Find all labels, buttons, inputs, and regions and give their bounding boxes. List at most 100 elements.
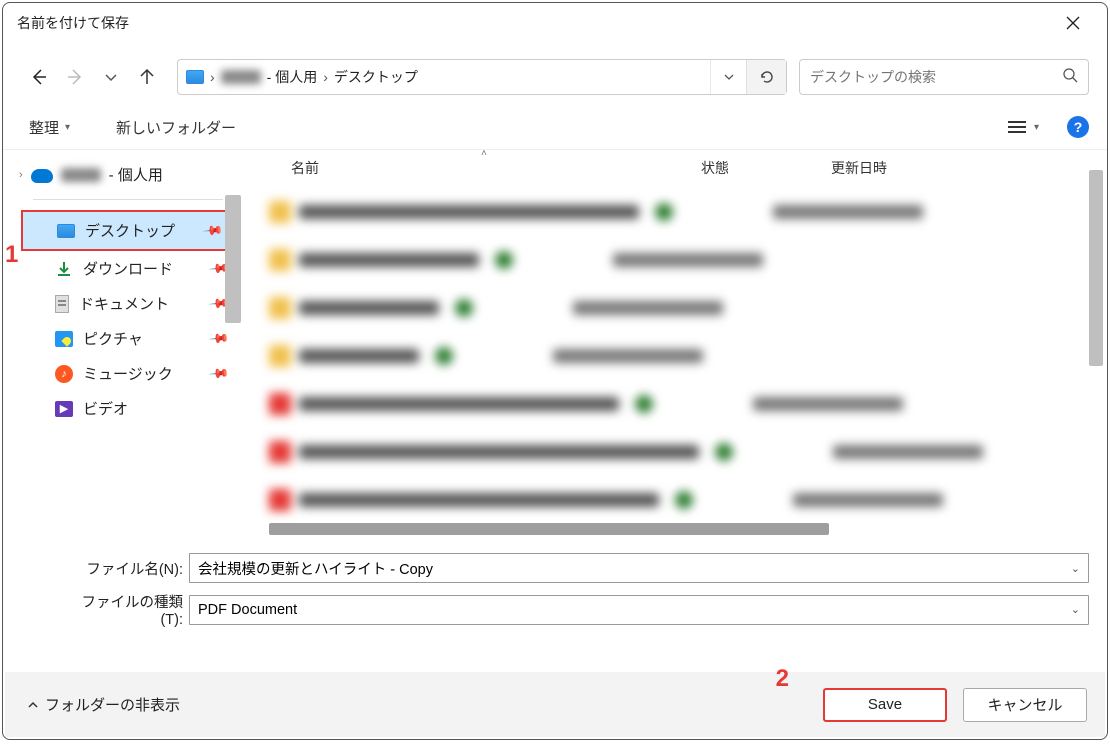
music-icon: ♪ bbox=[55, 365, 73, 383]
breadcrumb-separator-icon: › bbox=[323, 69, 328, 85]
tree-divider bbox=[33, 199, 223, 200]
annotation-1: 1 bbox=[5, 241, 18, 269]
main-area: › - 個人用 デスクトップ 📌 ダウンロード 📌 bbox=[3, 149, 1107, 539]
picture-icon bbox=[55, 331, 73, 347]
filename-value: 会社規模の更新とハイライト - Copy bbox=[198, 558, 433, 579]
breadcrumb-segment-personal[interactable]: - 個人用 bbox=[267, 67, 318, 87]
arrow-left-icon bbox=[30, 68, 48, 86]
file-name bbox=[299, 445, 699, 459]
refresh-button[interactable] bbox=[746, 60, 786, 94]
sidebar-item-label: ドキュメント bbox=[79, 293, 169, 314]
file-status-icon bbox=[635, 395, 653, 413]
file-icon bbox=[269, 249, 291, 271]
breadcrumb-segment-desktop[interactable]: デスクトップ bbox=[334, 67, 418, 87]
tree-root-onedrive[interactable]: › - 個人用 bbox=[3, 158, 241, 191]
pin-icon: 📌 bbox=[208, 327, 231, 350]
list-item[interactable] bbox=[269, 284, 1107, 332]
cancel-button-label: キャンセル bbox=[987, 694, 1062, 715]
file-date bbox=[793, 493, 943, 507]
sidebar-item-label: ビデオ bbox=[83, 398, 128, 419]
list-item[interactable] bbox=[269, 188, 1107, 236]
chevron-down-icon bbox=[723, 71, 735, 83]
list-item[interactable] bbox=[269, 380, 1107, 428]
navigation-row: › - 個人用 › デスクトップ bbox=[3, 43, 1107, 105]
sidebar-item-documents[interactable]: ドキュメント 📌 bbox=[17, 286, 241, 321]
chevron-down-icon: ⌄ bbox=[1071, 562, 1080, 575]
file-name bbox=[299, 349, 419, 363]
new-folder-button[interactable]: 新しいフォルダー bbox=[116, 117, 236, 138]
address-bar[interactable]: › - 個人用 › デスクトップ bbox=[177, 59, 787, 95]
refresh-icon bbox=[759, 69, 775, 85]
sidebar-scrollbar[interactable] bbox=[225, 195, 241, 323]
sidebar-item-videos[interactable]: ▶ ビデオ bbox=[17, 391, 241, 426]
column-name[interactable]: 名前 bbox=[291, 158, 701, 178]
back-button[interactable] bbox=[27, 65, 51, 89]
download-icon bbox=[55, 260, 73, 278]
file-status-icon bbox=[675, 491, 693, 509]
file-status-icon bbox=[495, 251, 513, 269]
help-button[interactable]: ? bbox=[1067, 116, 1089, 138]
file-date bbox=[553, 349, 703, 363]
file-name bbox=[299, 397, 619, 411]
save-button-label: Save bbox=[868, 696, 902, 713]
sidebar-item-downloads[interactable]: ダウンロード 📌 bbox=[17, 251, 241, 286]
file-icon bbox=[269, 345, 291, 367]
sidebar-item-desktop[interactable]: デスクトップ 📌 bbox=[21, 210, 237, 251]
tree-root-label: - 個人用 bbox=[109, 164, 163, 185]
forward-button[interactable] bbox=[63, 65, 87, 89]
arrow-right-icon bbox=[66, 68, 84, 86]
filename-input[interactable]: 会社規模の更新とハイライト - Copy ⌄ bbox=[189, 553, 1089, 583]
file-status-icon bbox=[455, 299, 473, 317]
video-icon: ▶ bbox=[55, 401, 73, 417]
sidebar-item-music[interactable]: ♪ ミュージック 📌 bbox=[17, 356, 241, 391]
file-date bbox=[613, 253, 763, 267]
filetype-select[interactable]: PDF Document ⌄ bbox=[189, 595, 1089, 625]
file-date bbox=[773, 205, 923, 219]
chevron-up-icon bbox=[27, 699, 39, 711]
sidebar-item-pictures[interactable]: ピクチャ 📌 bbox=[17, 321, 241, 356]
address-dropdown[interactable] bbox=[710, 60, 746, 94]
file-status-icon bbox=[435, 347, 453, 365]
list-header: ˄ 名前 状態 更新日時 bbox=[241, 150, 1107, 188]
sidebar-item-label: デスクトップ bbox=[85, 220, 175, 241]
footer: フォルダーの非表示 Save キャンセル bbox=[5, 672, 1105, 737]
file-name bbox=[299, 253, 479, 267]
document-icon bbox=[55, 295, 69, 313]
sidebar-item-label: ダウンロード bbox=[83, 258, 173, 279]
list-item[interactable] bbox=[269, 476, 1107, 524]
view-menu[interactable]: ▾ bbox=[1008, 120, 1039, 134]
organize-menu[interactable]: 整理 ▾ bbox=[29, 117, 70, 138]
caret-down-icon: ▾ bbox=[65, 122, 70, 133]
search-box[interactable] bbox=[799, 59, 1089, 95]
drive-icon bbox=[186, 70, 204, 84]
file-date bbox=[753, 397, 903, 411]
hide-folders-toggle[interactable]: フォルダーの非表示 bbox=[27, 694, 180, 715]
list-item[interactable] bbox=[269, 428, 1107, 476]
cancel-button[interactable]: キャンセル bbox=[963, 688, 1087, 722]
file-name bbox=[299, 205, 639, 219]
file-status-icon bbox=[715, 443, 733, 461]
save-button[interactable]: Save bbox=[823, 688, 947, 722]
close-icon bbox=[1066, 16, 1080, 30]
sidebar-item-label: ミュージック bbox=[83, 363, 173, 384]
close-button[interactable] bbox=[1053, 7, 1093, 39]
tree-root-user bbox=[61, 168, 101, 182]
file-icon bbox=[269, 489, 291, 511]
filetype-value: PDF Document bbox=[198, 602, 297, 618]
search-input[interactable] bbox=[810, 69, 1062, 85]
sidebar: › - 個人用 デスクトップ 📌 ダウンロード 📌 bbox=[3, 150, 241, 539]
file-icon bbox=[269, 297, 291, 319]
column-status[interactable]: 状態 bbox=[701, 158, 831, 178]
arrow-up-icon bbox=[138, 68, 156, 86]
file-icon bbox=[269, 441, 291, 463]
column-date[interactable]: 更新日時 bbox=[831, 158, 887, 178]
horizontal-scrollbar[interactable] bbox=[269, 523, 829, 535]
file-name bbox=[299, 301, 439, 315]
recent-button[interactable] bbox=[99, 65, 123, 89]
chevron-right-icon: › bbox=[19, 169, 23, 181]
list-item[interactable] bbox=[269, 236, 1107, 284]
vertical-scrollbar[interactable] bbox=[1089, 170, 1103, 366]
breadcrumb-segment-user[interactable] bbox=[221, 70, 261, 84]
list-item[interactable] bbox=[269, 332, 1107, 380]
up-button[interactable] bbox=[135, 65, 159, 89]
